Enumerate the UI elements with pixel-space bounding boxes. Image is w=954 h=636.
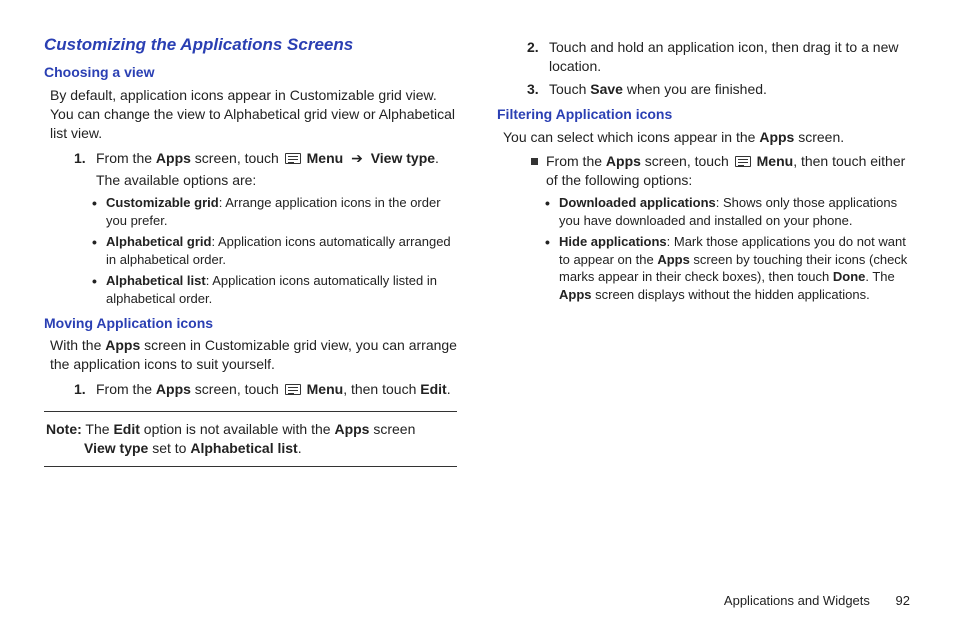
bullet-dot: • — [92, 194, 106, 213]
t: screen, touch — [641, 153, 733, 169]
bullet-body: Hide applications: Mark those applicatio… — [559, 233, 910, 303]
bold: Alphabetical list — [106, 273, 206, 288]
step-sub: The available options are: — [80, 171, 457, 190]
bold-menu: Menu — [757, 153, 794, 169]
note-body: The Edit option is not available with th… — [85, 421, 415, 437]
t: option is not available with the — [140, 421, 335, 437]
bold-menu: Menu — [307, 150, 344, 166]
bullet-alpha-grid: • Alphabetical grid: Application icons a… — [44, 233, 457, 268]
bullet-body: Customizable grid: Arrange application i… — [106, 194, 457, 229]
t: screen — [369, 421, 415, 437]
choosing-steps: 1. From the Apps screen, touch Menu ➔ Vi… — [44, 149, 457, 308]
bold-edit: Edit — [113, 421, 139, 437]
step-number: 3. — [527, 80, 549, 99]
t: . — [435, 150, 439, 166]
page-footer: Applications and Widgets 92 — [724, 593, 910, 608]
t: From the — [96, 381, 156, 397]
bullet-alpha-list: • Alphabetical list: Application icons a… — [44, 272, 457, 307]
bold-apps: Apps — [559, 287, 592, 302]
t: screen. — [794, 129, 844, 145]
bullet-customizable: • Customizable grid: Arrange application… — [44, 194, 457, 229]
t: You can select which icons appear in the — [503, 129, 759, 145]
step-number: 2. — [527, 38, 549, 57]
bold-edit: Edit — [420, 381, 446, 397]
bold-viewtype: View type — [84, 440, 148, 456]
bold-save: Save — [590, 81, 623, 97]
bold: Hide applications — [559, 234, 667, 249]
menu-icon — [285, 153, 301, 164]
right-column: 2. Touch and hold an application icon, t… — [497, 34, 910, 467]
step-3: 3. Touch Save when you are finished. — [497, 80, 910, 99]
step-number: 1. — [74, 149, 96, 168]
t: From the — [96, 150, 156, 166]
step-body: Touch Save when you are finished. — [549, 80, 910, 99]
menu-icon — [735, 156, 751, 167]
bold-menu: Menu — [307, 381, 344, 397]
bullet-body: Alphabetical grid: Application icons aut… — [106, 233, 457, 268]
step-1: 1. From the Apps screen, touch Menu ➔ Vi… — [44, 149, 457, 168]
footer-section: Applications and Widgets — [724, 593, 870, 608]
step-body: From the Apps screen, touch Menu ➔ View … — [96, 149, 457, 168]
sq-body: From the Apps screen, touch Menu, then t… — [546, 152, 910, 190]
para-filtering: You can select which icons appear in the… — [503, 128, 910, 147]
t: when you are finished. — [623, 81, 767, 97]
step-body: From the Apps screen, touch Menu, then t… — [96, 380, 457, 399]
t: With the — [50, 337, 105, 353]
bullet-hide: • Hide applications: Mark those applicat… — [497, 233, 910, 303]
bold-apps: Apps — [156, 381, 191, 397]
step-2: 2. Touch and hold an application icon, t… — [497, 38, 910, 76]
bold-apps: Apps — [759, 129, 794, 145]
t: The — [85, 421, 113, 437]
note-line2: View type set to Alphabetical list. — [84, 439, 455, 458]
bold-apps: Apps — [334, 421, 369, 437]
menu-icon — [285, 384, 301, 395]
section-title: Customizing the Applications Screens — [44, 34, 457, 57]
para-choosing: By default, application icons appear in … — [50, 86, 457, 143]
bold-viewtype: View type — [371, 150, 435, 166]
t: . The — [865, 269, 894, 284]
bold-apps: Apps — [156, 150, 191, 166]
bullet-dot: • — [92, 233, 106, 252]
bullet-dot: • — [545, 233, 559, 252]
t: Touch — [549, 81, 590, 97]
bold-done: Done — [833, 269, 866, 284]
moving-steps: 1. From the Apps screen, touch Menu, the… — [44, 380, 457, 399]
para-moving: With the Apps screen in Customizable gri… — [50, 336, 457, 374]
step-body: Touch and hold an application icon, then… — [549, 38, 910, 76]
bullet-body: Alphabetical list: Application icons aut… — [106, 272, 457, 307]
t: screen displays without the hidden appli… — [592, 287, 870, 302]
bullet-dot: • — [545, 194, 559, 213]
bold: Downloaded applications — [559, 195, 716, 210]
page-number: 92 — [896, 593, 910, 608]
bold: Alphabetical grid — [106, 234, 211, 249]
square-bullet: From the Apps screen, touch Menu, then t… — [497, 152, 910, 190]
bullet-dot: • — [92, 272, 106, 291]
left-column: Customizing the Applications Screens Cho… — [44, 34, 457, 467]
bullet-downloaded: • Downloaded applications: Shows only th… — [497, 194, 910, 229]
t: , then touch — [343, 381, 420, 397]
t: set to — [148, 440, 190, 456]
bold: Customizable grid — [106, 195, 219, 210]
step-1: 1. From the Apps screen, touch Menu, the… — [44, 380, 457, 399]
t: screen, touch — [191, 150, 283, 166]
step-number: 1. — [74, 380, 96, 399]
subhead-choosing: Choosing a view — [44, 63, 457, 82]
document-page: Customizing the Applications Screens Cho… — [0, 0, 954, 477]
subhead-moving: Moving Application icons — [44, 314, 457, 333]
note-box: Note: The Edit option is not available w… — [44, 411, 457, 467]
t: screen, touch — [191, 381, 283, 397]
bold-alist: Alphabetical list — [190, 440, 297, 456]
bullet-body: Downloaded applications: Shows only thos… — [559, 194, 910, 229]
t: From the — [546, 153, 606, 169]
square-icon — [531, 158, 538, 165]
moving-steps-cont: 2. Touch and hold an application icon, t… — [497, 38, 910, 99]
bold-apps: Apps — [606, 153, 641, 169]
arrow-icon: ➔ — [351, 150, 363, 166]
bold-apps: Apps — [105, 337, 140, 353]
note-label: Note: — [46, 421, 82, 437]
bold-apps: Apps — [657, 252, 690, 267]
subhead-filtering: Filtering Application icons — [497, 105, 910, 124]
